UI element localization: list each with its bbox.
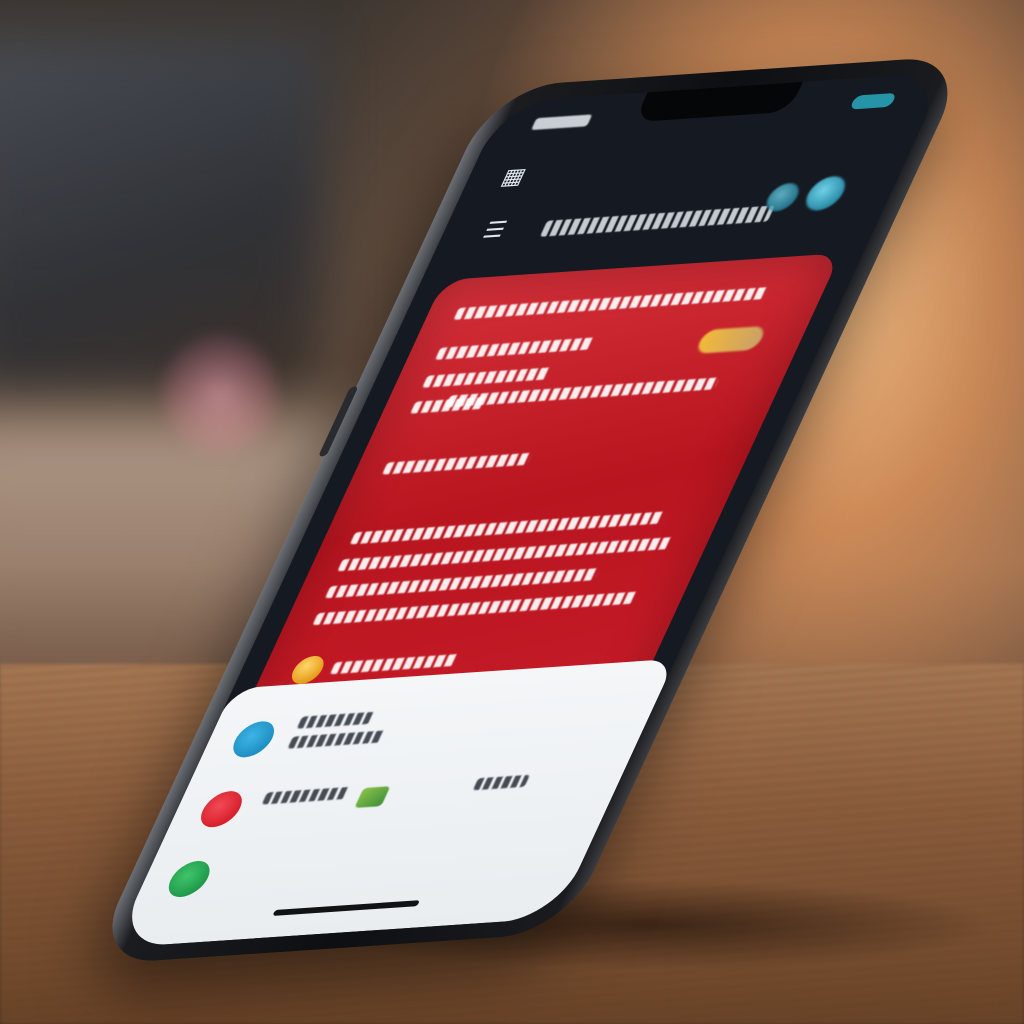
badge-icon	[694, 325, 768, 354]
card-text-line	[381, 452, 533, 475]
notification-icon[interactable]	[761, 182, 804, 213]
list-item-text	[287, 730, 387, 749]
card-text-line	[434, 337, 596, 360]
menu-icon[interactable]: ☰	[478, 218, 510, 244]
card-text-line	[422, 367, 552, 388]
grid-icon[interactable]: ▦	[497, 164, 530, 190]
coin-icon	[286, 655, 329, 685]
card-text-line	[453, 287, 770, 320]
photo-scene: ▦ ☰	[0, 0, 1024, 1024]
chat-bubble-icon	[226, 720, 281, 759]
list-item[interactable]	[191, 760, 603, 836]
list-item-text	[261, 786, 350, 805]
thumbnail-icon	[354, 786, 391, 808]
blurred-window-background	[0, 40, 320, 400]
avatar-icon[interactable]	[800, 175, 852, 212]
card-text-line	[312, 591, 639, 626]
header-title-blurred	[539, 205, 775, 237]
app-header: ▦ ☰	[456, 130, 892, 266]
list-item[interactable]	[159, 830, 571, 906]
list-item-text	[472, 774, 531, 791]
card-text-line	[324, 568, 600, 599]
card-text-line	[337, 537, 674, 572]
card-text-line	[349, 511, 666, 545]
card-text-line	[329, 653, 460, 675]
bokeh-light	[160, 330, 280, 460]
list-item-text	[296, 711, 375, 729]
status-indicator	[849, 92, 898, 110]
location-pin-icon	[194, 789, 249, 829]
list-item[interactable]	[223, 690, 635, 766]
home-indicator[interactable]	[272, 900, 421, 916]
contact-icon	[162, 859, 217, 899]
status-time-blurred	[531, 114, 593, 131]
